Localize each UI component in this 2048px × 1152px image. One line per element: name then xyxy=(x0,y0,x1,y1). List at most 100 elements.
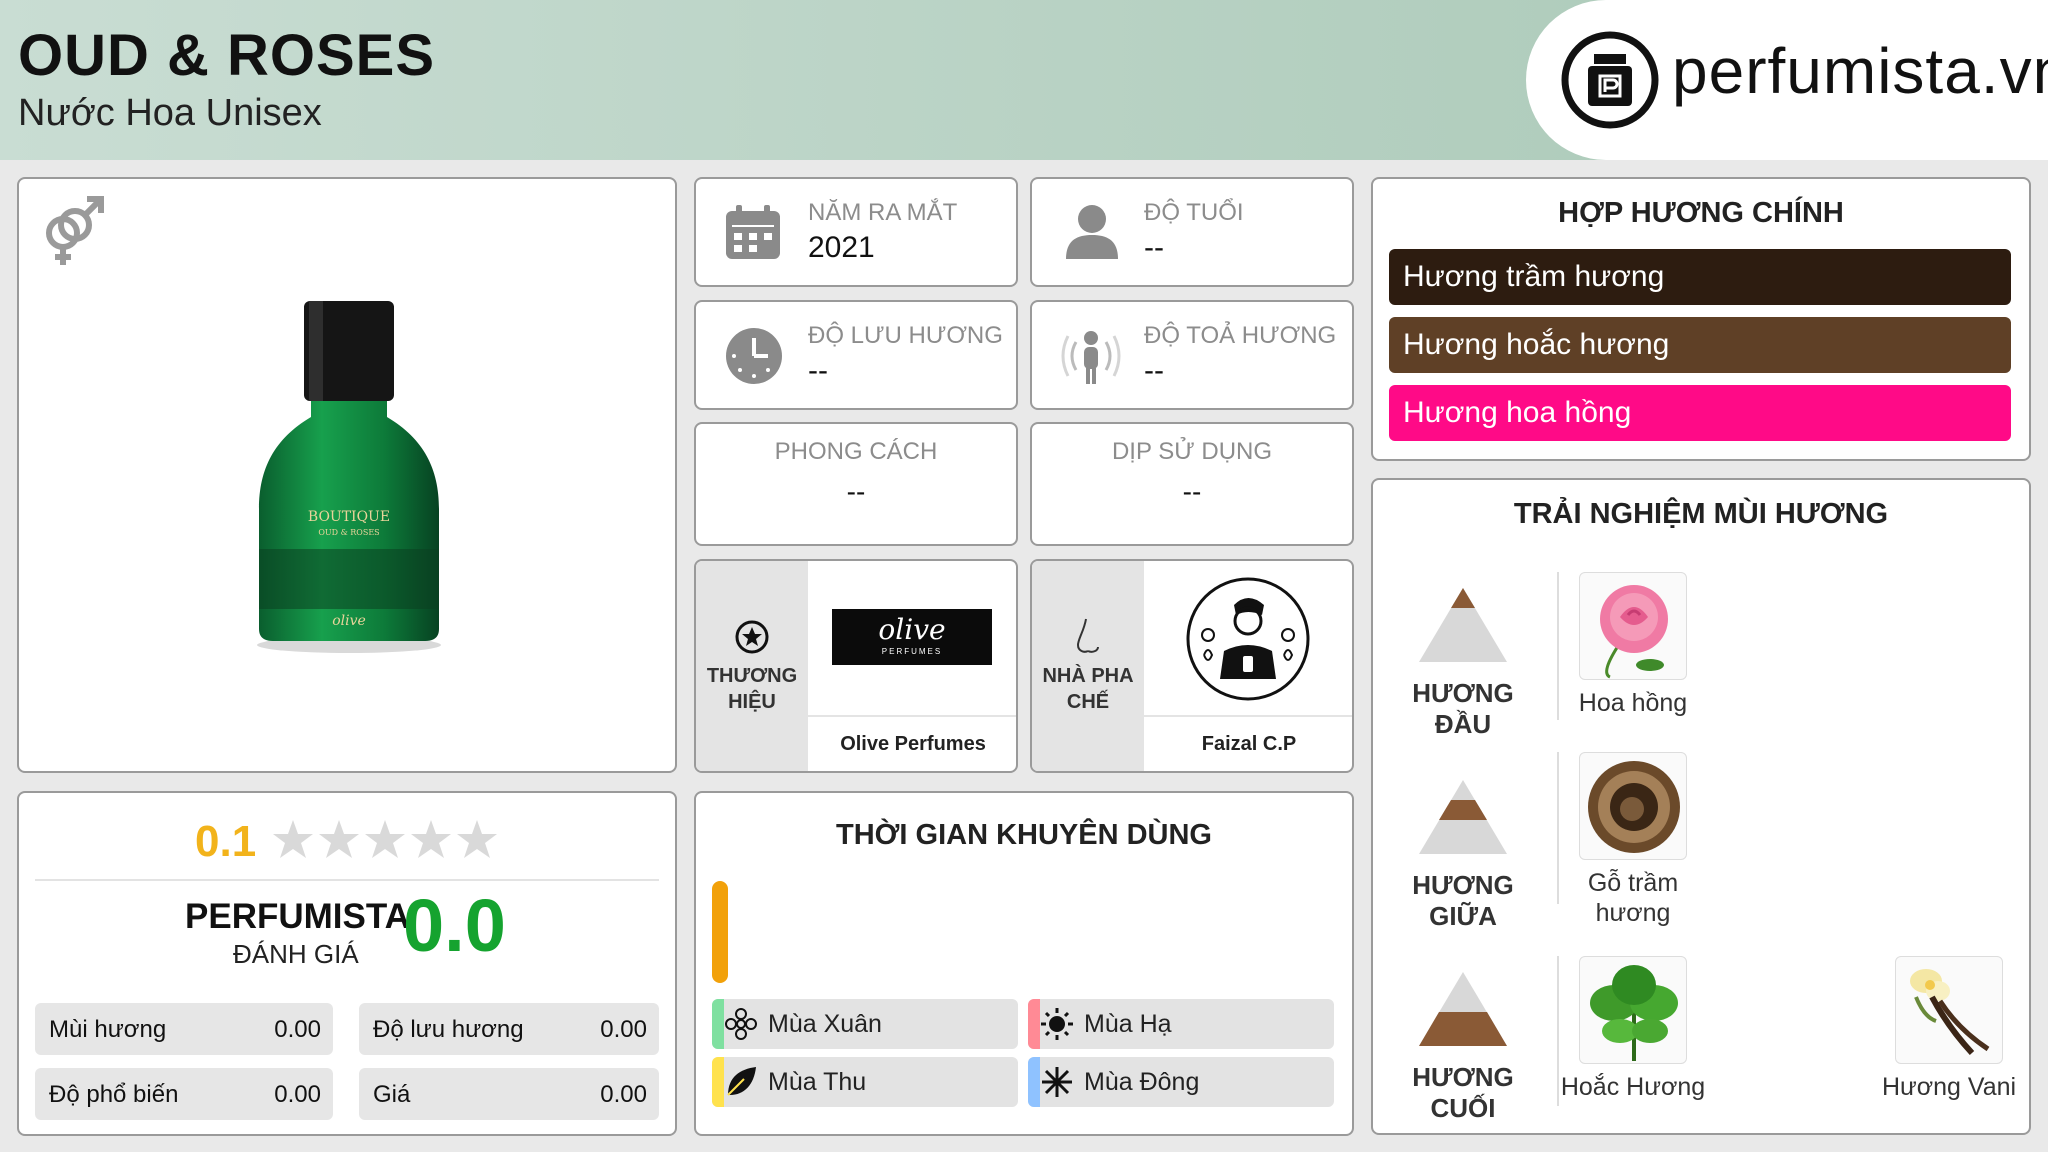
note-image-patchouli[interactable] xyxy=(1579,956,1687,1064)
snowflake-icon xyxy=(1042,1067,1072,1097)
middle-note-agarwood[interactable]: Gỗ trầm hương xyxy=(1569,868,1697,928)
note-image-rose[interactable] xyxy=(1579,572,1687,680)
product-title: OUD & ROSES xyxy=(18,23,436,88)
season-winter-bar xyxy=(1028,1057,1040,1107)
bottle-label-sub: OUD & ROSES xyxy=(318,528,379,537)
style-value: -- xyxy=(846,476,866,507)
clock-icon xyxy=(726,328,782,384)
brand-name[interactable]: perfumista.vn xyxy=(1672,34,2048,108)
style-label: PHONG CÁCH xyxy=(774,438,938,465)
top-notes-pyramid-icon xyxy=(1419,588,1507,662)
brand-label-line2: HIỆU xyxy=(728,691,776,713)
occasion-tile: DỊP SỬ DỤNG -- xyxy=(1030,422,1354,546)
scent-notes-title: TRẢI NGHIỆM MÙI HƯƠNG xyxy=(1513,498,1889,530)
season-winter: Mùa Đông xyxy=(1028,1057,1334,1107)
release-year-value: 2021 xyxy=(808,231,875,264)
calendar-icon xyxy=(726,205,780,259)
sillage-label: ĐỘ TOẢ HƯƠNG xyxy=(1144,322,1337,349)
main-accords-card: HỢP HƯƠNG CHÍNH Hương trầm hương Hương h… xyxy=(1371,177,2031,461)
release-year-tile: NĂM RA MẮT 2021 xyxy=(694,177,1018,287)
occasion-label: DỊP SỬ DỤNG xyxy=(1111,438,1273,465)
season-autumn-bar xyxy=(712,1057,724,1107)
season-autumn-label: Mùa Thu xyxy=(768,1068,867,1096)
product-subtitle: Nước Hoa Unisex xyxy=(18,92,322,134)
perfume-bottle-image: BOUTIQUE OUD & ROSES olive xyxy=(257,301,441,653)
person-icon xyxy=(1066,205,1118,259)
season-spring-bar xyxy=(712,999,724,1049)
release-year-label: NĂM RA MẮT xyxy=(808,199,958,226)
longevity-tile: ĐỘ LƯU HƯƠNG -- xyxy=(694,300,1018,410)
vanilla-icon xyxy=(1910,969,1990,1056)
bottle-brand: olive xyxy=(332,613,366,629)
brand-logo-sub: PERFUMES xyxy=(881,647,943,656)
sillage-value: -- xyxy=(1144,354,1164,387)
note-image-vanilla[interactable] xyxy=(1895,956,2003,1064)
perfumer-tile[interactable]: NHÀ PHA CHẾ Faizal C.P xyxy=(1030,559,1354,773)
star-badge-icon xyxy=(735,620,769,654)
recommended-time-card: THỜI GIAN KHUYÊN DÙNG Mùa Xuân Mùa Hạ Mù… xyxy=(694,791,1354,1136)
longevity-value: -- xyxy=(808,354,828,387)
star-rating[interactable] xyxy=(271,817,501,865)
brand-divider xyxy=(808,715,1016,717)
accord-bar-agarwood: Hương trầm hương xyxy=(1389,249,2011,305)
perfumista-score: 0.0 xyxy=(403,884,506,967)
age-value: -- xyxy=(1144,231,1164,264)
perfumista-logo-icon[interactable] xyxy=(1560,30,1660,130)
score-popularity-label: Độ phổ biến xyxy=(49,1081,179,1108)
brand-name[interactable]: Olive Perfumes xyxy=(808,733,1016,756)
day-night-bar xyxy=(712,881,728,983)
unisex-gender-icon xyxy=(46,196,104,265)
flower-icon xyxy=(725,1008,757,1040)
agarwood-icon xyxy=(1588,761,1680,853)
score-price-value: 0.00 xyxy=(600,1081,647,1108)
perfumer-label-line1: NHÀ PHA xyxy=(1042,665,1134,687)
score-scent-value: 0.00 xyxy=(274,1016,321,1043)
perfumer-divider xyxy=(1144,715,1352,717)
main-accords-title: HỢP HƯƠNG CHÍNH xyxy=(1558,197,1844,229)
rating-card: 0.1 PERFUMISTA ĐÁNH GIÁ 0.0 Mùi hương 0.… xyxy=(17,791,677,1136)
middle-notes-pyramid-icon xyxy=(1419,780,1507,854)
score-popularity: Độ phổ biến 0.00 xyxy=(35,1068,333,1120)
sillage-tile: ĐỘ TOẢ HƯƠNG -- xyxy=(1030,300,1354,410)
product-image-card: BOUTIQUE OUD & ROSES olive xyxy=(17,177,677,773)
score-scent: Mùi hương 0.00 xyxy=(35,1003,333,1055)
season-spring-label: Mùa Xuân xyxy=(768,1010,882,1038)
base-note-vanilla[interactable]: Hương Vani xyxy=(1875,1072,2023,1102)
top-note-rose[interactable]: Hoa hồng xyxy=(1569,688,1697,718)
base-note-patchouli[interactable]: Hoắc Hương xyxy=(1559,1072,1707,1102)
accord-bar-rose: Hương hoa hồng xyxy=(1389,385,2011,441)
notes-divider xyxy=(1557,572,1559,720)
perfumer-name[interactable]: Faizal C.P xyxy=(1144,733,1352,756)
season-summer-bar xyxy=(1028,999,1040,1049)
style-tile: PHONG CÁCH -- xyxy=(694,422,1018,546)
age-label: ĐỘ TUỔI xyxy=(1144,199,1244,226)
season-autumn: Mùa Thu xyxy=(712,1057,1018,1107)
accord-bar-patchouli: Hương hoắc hương xyxy=(1389,317,2011,373)
star-icon xyxy=(273,820,497,858)
middle-notes-label: HƯƠNG GIỮA xyxy=(1412,870,1514,931)
scent-notes-card: TRẢI NGHIỆM MÙI HƯƠNG HƯƠNG ĐẦU Hoa hồng… xyxy=(1371,478,2031,1135)
base-notes-pyramid-icon xyxy=(1419,972,1507,1046)
perfumer-label-line2: CHẾ xyxy=(1066,691,1110,713)
occasion-value: -- xyxy=(1182,476,1202,507)
patchouli-icon xyxy=(1590,965,1678,1061)
season-summer: Mùa Hạ xyxy=(1028,999,1334,1049)
score-longevity-label: Độ lưu hương xyxy=(373,1016,524,1043)
rating-divider xyxy=(35,879,659,881)
score-price: Giá 0.00 xyxy=(359,1068,659,1120)
brand-label-line1: THƯƠNG xyxy=(706,665,798,687)
rose-icon xyxy=(1600,585,1668,679)
sun-icon xyxy=(1041,1008,1073,1040)
sillage-icon xyxy=(1061,331,1121,384)
score-price-label: Giá xyxy=(373,1081,411,1108)
brand-tile[interactable]: THƯƠNG HIỆU olive PERFUMES Olive Perfume… xyxy=(694,559,1018,773)
score-longevity-value: 0.00 xyxy=(600,1016,647,1043)
note-image-agarwood[interactable] xyxy=(1579,752,1687,860)
leaf-icon xyxy=(727,1067,756,1096)
score-scent-label: Mùi hương xyxy=(49,1016,167,1043)
season-spring: Mùa Xuân xyxy=(712,999,1018,1049)
notes-divider xyxy=(1557,752,1559,904)
score-popularity-value: 0.00 xyxy=(274,1081,321,1108)
bottle-label-top: BOUTIQUE xyxy=(308,509,390,525)
perfumista-label: PERFUMISTA xyxy=(185,897,410,936)
